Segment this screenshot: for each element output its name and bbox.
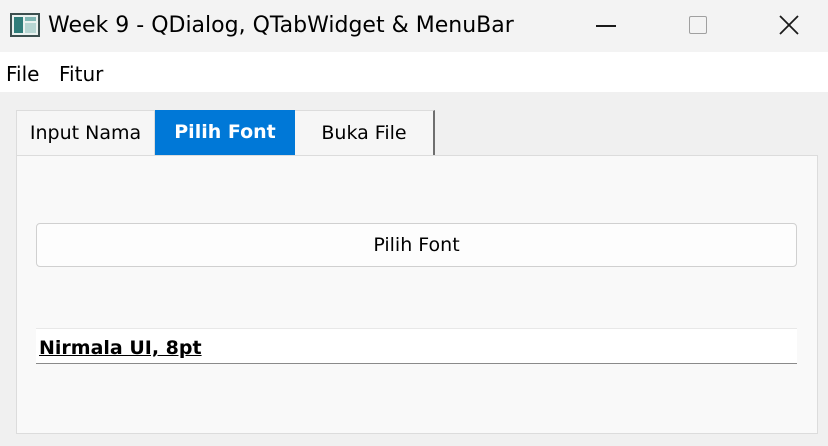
maximize-button[interactable] — [652, 0, 744, 52]
minimize-button[interactable] — [560, 0, 652, 52]
tab-buka-file[interactable]: Buka File — [295, 110, 435, 155]
close-button[interactable] — [744, 0, 828, 52]
pilih-font-button[interactable]: Pilih Font — [36, 223, 797, 267]
minimize-icon — [596, 25, 616, 27]
tab-pane-pilih-font — [16, 155, 818, 434]
menu-file[interactable]: File — [6, 62, 39, 86]
tab-pilih-font[interactable]: Pilih Font — [155, 110, 295, 155]
tab-input-nama[interactable]: Input Nama — [16, 110, 155, 155]
maximize-icon — [689, 16, 707, 34]
selected-font-label: Nirmala UI, 8pt — [36, 328, 797, 364]
window-title: Week 9 - QDialog, QTabWidget & MenuBar — [48, 13, 514, 38]
menu-fitur[interactable]: Fitur — [59, 62, 103, 86]
app-window-icon — [10, 13, 40, 37]
menu-bar: File Fitur — [0, 52, 828, 92]
title-bar: Week 9 - QDialog, QTabWidget & MenuBar — [0, 0, 828, 52]
close-icon — [779, 15, 799, 35]
